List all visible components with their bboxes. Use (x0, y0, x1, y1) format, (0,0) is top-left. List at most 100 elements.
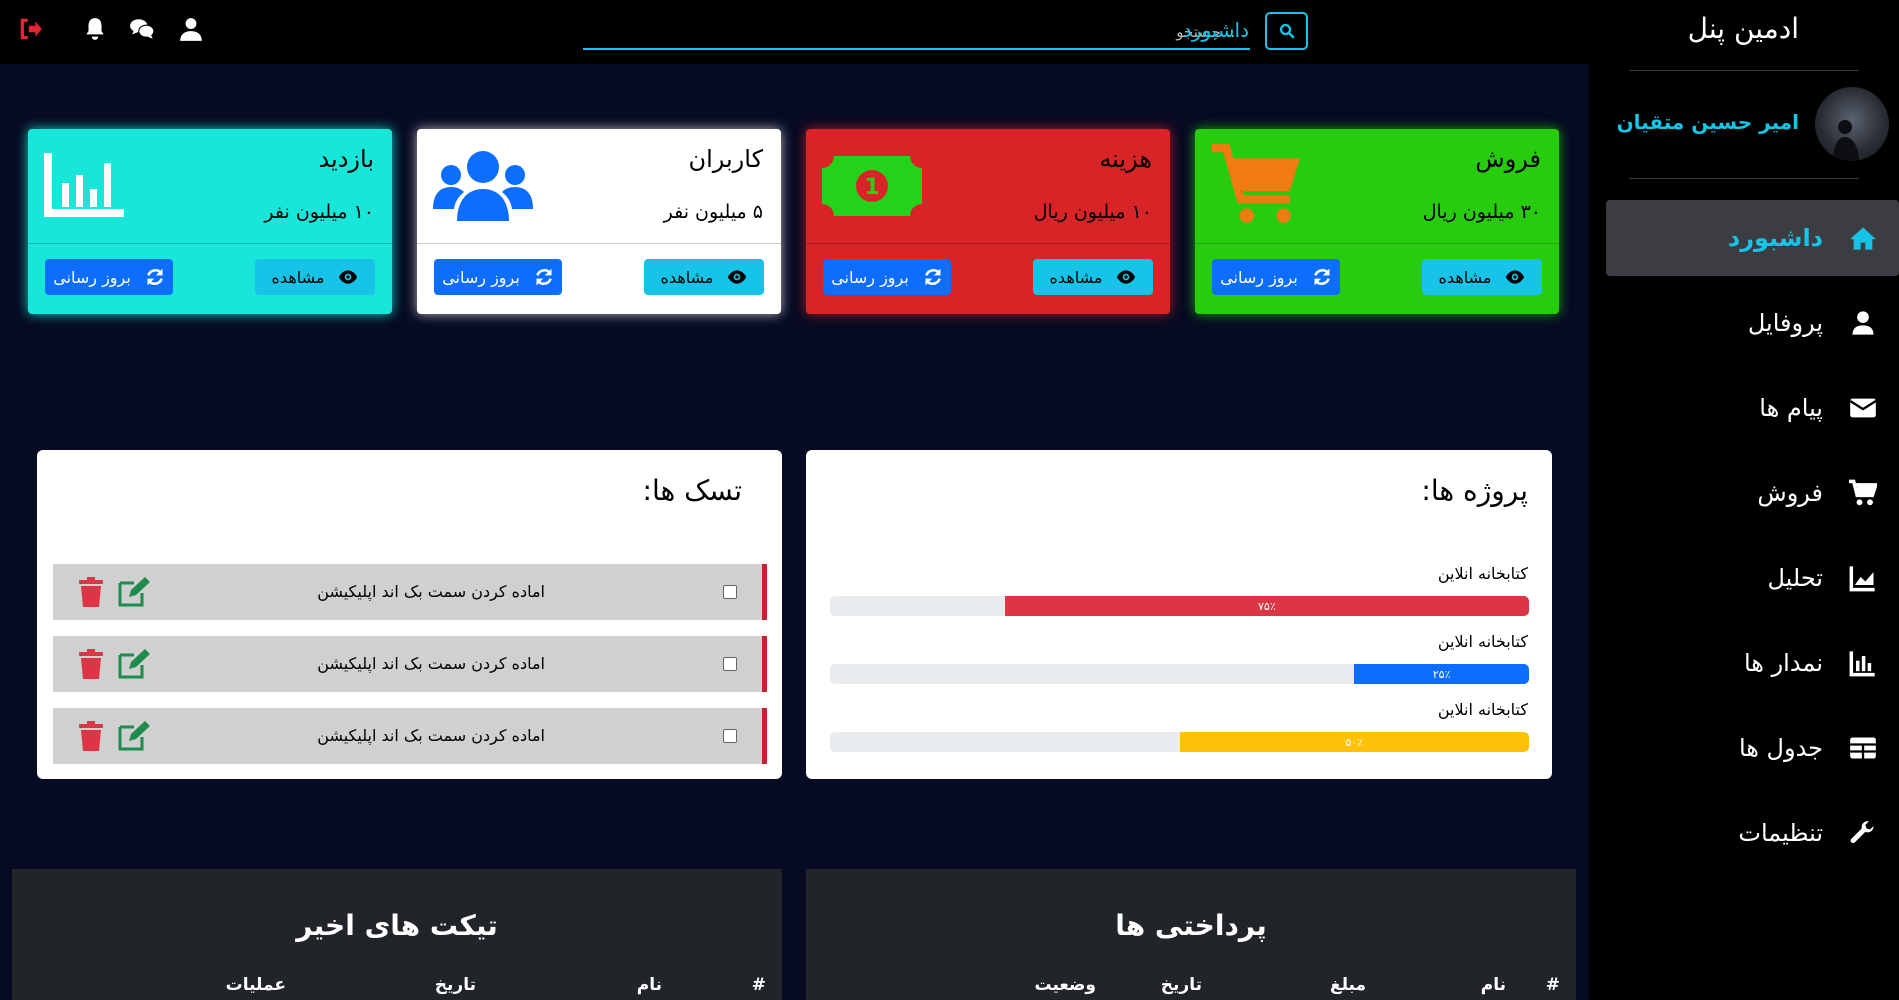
edit-icon[interactable] (117, 720, 151, 752)
sidebar-item-sales[interactable]: فروش (1606, 455, 1899, 531)
breadcrumb-dashboard[interactable]: داشبورد (1183, 18, 1249, 42)
card-divider (28, 243, 392, 244)
update-button-label: بروز رسانی (442, 267, 520, 287)
progress-bar: ۷۵٪ (830, 596, 1529, 616)
table-icon (1849, 734, 1877, 762)
progress-fill: ۵۰٪ (1179, 732, 1529, 752)
comments-icon[interactable] (125, 12, 159, 46)
progress-label: ۷۵٪ (1258, 599, 1276, 613)
column-header: نام (636, 975, 662, 995)
tickets-title: تیکت های اخیر (296, 909, 498, 942)
trash-icon[interactable] (77, 576, 105, 608)
task-checkbox[interactable] (723, 729, 737, 743)
progress-label: ۲۵٪ (1432, 667, 1451, 681)
view-button-label: مشاهده (271, 267, 325, 287)
sidebar-item-label: فروش (1757, 479, 1823, 507)
card-value: ۳۰ میلیون ریال (1422, 201, 1541, 223)
avatar[interactable] (1815, 87, 1889, 161)
card-divider (806, 243, 1170, 244)
view-button[interactable]: مشاهده (1033, 259, 1153, 295)
update-button[interactable]: بروز رسانی (434, 259, 562, 295)
card-cost: هزینه ۱۰ میلیون ریال 1 مشاهده بروز رسانی (806, 129, 1170, 314)
bar-chart-icon (1849, 649, 1877, 677)
search-input[interactable] (583, 16, 1250, 50)
card-divider (417, 243, 781, 244)
eye-icon (727, 267, 747, 287)
wrench-icon (1849, 819, 1877, 847)
update-button[interactable]: بروز رسانی (1212, 259, 1340, 295)
tickets-table: تیکت های اخیر # نام تاریخ عملیات (12, 869, 782, 1000)
sidebar-item-profile[interactable]: پروفایل (1606, 285, 1899, 361)
view-button-label: مشاهده (660, 267, 714, 287)
sidebar-item-messages[interactable]: پیام ها (1606, 370, 1899, 446)
task-text: اماده کردن سمت بک اند اپلیکیشن (317, 726, 545, 745)
column-header: # (751, 975, 766, 995)
project-label: کتابخانه انلاین (1437, 632, 1528, 651)
sidebar-item-label: تنظیمات (1738, 819, 1823, 847)
search-button[interactable] (1265, 12, 1308, 50)
refresh-icon (923, 267, 943, 287)
search-icon (1278, 22, 1296, 40)
progress-fill: ۷۵٪ (1004, 596, 1529, 616)
column-header: مبلغ (1329, 975, 1366, 995)
sidebar-item-label: داشبورد (1727, 224, 1823, 252)
bar-chart-icon (44, 153, 124, 221)
card-title: فروش (1475, 145, 1541, 173)
update-button[interactable]: بروز رسانی (45, 259, 173, 295)
column-header: نام (1480, 975, 1506, 995)
sidebar-item-charts[interactable]: نمدار ها (1606, 625, 1899, 701)
user-icon (1849, 309, 1877, 337)
eye-icon (338, 267, 358, 287)
trash-icon[interactable] (77, 648, 105, 680)
cart-icon (1849, 479, 1877, 507)
projects-title: پروژه ها: (1421, 474, 1528, 507)
refresh-icon (534, 267, 554, 287)
brand-title: ادمین پنل (1687, 12, 1799, 45)
view-button[interactable]: مشاهده (644, 259, 764, 295)
view-button[interactable]: مشاهده (1422, 259, 1542, 295)
task-checkbox[interactable] (723, 657, 737, 671)
sidebar-item-dashboard[interactable]: داشبورد (1606, 200, 1899, 276)
sidebar-item-tables[interactable]: جدول ها (1606, 710, 1899, 786)
view-button[interactable]: مشاهده (255, 259, 375, 295)
update-button[interactable]: بروز رسانی (823, 259, 951, 295)
trash-icon[interactable] (77, 720, 105, 752)
eye-icon (1505, 267, 1525, 287)
sidebar-item-label: تحلیل (1767, 564, 1823, 592)
sidebar: ادمین پنل امیر حسین متقیان داشبورد پروفا… (1589, 0, 1899, 1000)
search-box (583, 12, 1250, 50)
card-title: کاربران (688, 145, 763, 173)
payments-table: پرداختی ها # نام مبلغ تاریخ وضعیت (806, 869, 1576, 1000)
task-text: اماده کردن سمت بک اند اپلیکیشن (317, 654, 545, 673)
user-icon[interactable] (174, 12, 208, 46)
column-header: تاریخ (1160, 975, 1202, 995)
task-item: اماده کردن سمت بک اند اپلیکیشن (53, 564, 767, 620)
card-sales: فروش ۳۰ میلیون ریال مشاهده بروز رسانی (1195, 129, 1559, 314)
progress-label: ۵۰٪ (1345, 735, 1364, 749)
bell-icon[interactable] (78, 12, 112, 46)
users-icon (433, 149, 533, 225)
edit-icon[interactable] (117, 576, 151, 608)
payments-title: پرداختی ها (1115, 909, 1267, 942)
money-bill-icon: 1 (822, 156, 922, 220)
home-icon (1849, 224, 1877, 252)
sidebar-item-analysis[interactable]: تحلیل (1606, 540, 1899, 616)
card-title: هزینه (1099, 145, 1152, 173)
update-button-label: بروز رسانی (831, 267, 909, 287)
task-checkbox[interactable] (723, 585, 737, 599)
refresh-icon (1312, 267, 1332, 287)
column-header: # (1545, 975, 1560, 995)
logout-icon[interactable] (14, 12, 48, 46)
envelope-icon (1849, 394, 1877, 422)
card-value: ۵ میلیون نفر (663, 201, 763, 223)
edit-icon[interactable] (117, 648, 151, 680)
update-button-label: بروز رسانی (1220, 267, 1298, 287)
user-name[interactable]: امیر حسین متقیان (1617, 110, 1799, 134)
card-visits: بازدید ۱۰ میلیون نفر مشاهده بروز رسانی (28, 129, 392, 314)
sidebar-item-settings[interactable]: تنظیمات (1606, 795, 1899, 871)
sidebar-item-label: پیام ها (1759, 394, 1823, 422)
view-button-label: مشاهده (1049, 267, 1103, 287)
progress-bar: ۵۰٪ (830, 732, 1529, 752)
column-header: تاریخ (434, 975, 476, 995)
sidebar-divider (1629, 70, 1859, 71)
